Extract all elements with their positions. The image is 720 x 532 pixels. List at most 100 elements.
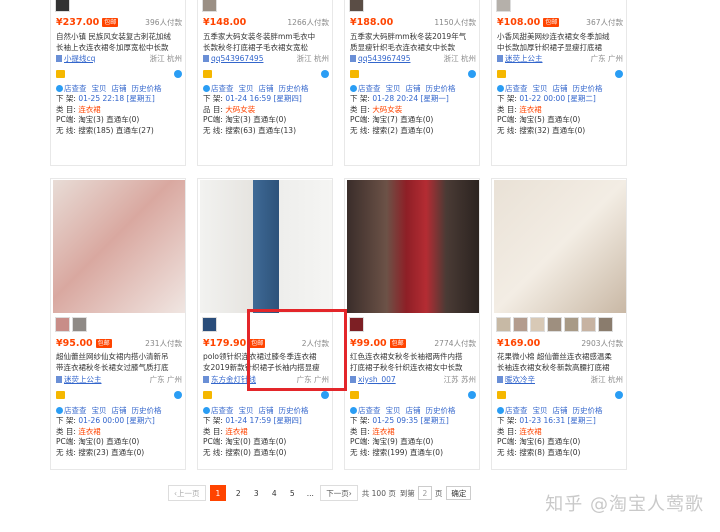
title-line-1[interactable]: 超仙蕾丝网纱仙女裙内搭小清新吊 [56,352,169,361]
product-image[interactable] [200,180,332,313]
tool-link-label[interactable]: 店铺 [406,406,421,415]
tool-link-label[interactable]: 店查查 [358,84,381,93]
category-value[interactable]: 大码女装 [372,105,402,114]
tool-link[interactable]: 店查查 [56,83,87,94]
swatch-thumbnail[interactable] [598,317,613,332]
category-value[interactable]: 连衣裙 [225,427,248,436]
tool-link[interactable]: 店查查 [203,405,234,416]
product-card[interactable]: ¥188.00 1150人付款 五季家大码胖mm秋冬装2019年气 质显瘦针织毛衣连衣… [344,0,480,166]
tool-link-label[interactable]: 宝贝 [533,406,548,415]
title-line-1[interactable]: 红色连衣裙女秋冬长袖褶两件内搭 [350,352,463,361]
title-line-2[interactable]: 长袖连衣裙女秋冬新款高腰打底裙 [497,363,610,372]
swatch-thumbnail[interactable] [55,0,70,12]
product-title[interactable]: 五季家大码胖mm秋冬装2019年气 质显瘦针织毛衣连衣裙女中长款 [350,31,476,53]
swatch-thumbnail[interactable] [496,317,511,332]
tool-link[interactable]: 店铺 [112,83,127,94]
tool-link-label[interactable]: 历史价格 [132,84,162,93]
tool-link[interactable]: 历史价格 [279,83,309,94]
swatch-thumbnail[interactable] [547,317,562,332]
tool-link-label[interactable]: 宝贝 [239,406,254,415]
title-line-1[interactable]: 自然小镇 民族风女装复古刺花加绒 [56,32,171,41]
category-value[interactable]: 连衣裙 [519,427,542,436]
prev-page-button[interactable]: ‹上一页 [168,485,206,501]
product-card[interactable]: ¥108.00 包邮 367人付款 小香风甜美网纱连衣裙女冬季加绒 中长款加厚针织裙子显… [491,0,627,166]
product-card[interactable]: ¥99.00 包邮 2774人付款 红色连衣裙女秋冬长袖褶两件内搭 打底裙子秋冬针织连衣… [344,178,480,470]
tool-link-label[interactable]: 宝贝 [92,84,107,93]
category-value[interactable]: 连衣裙 [78,105,101,114]
product-title[interactable]: 花果微小棉 超仙蕾丝连衣裙感温柔 长袖连衣裙女秋冬新款高腰打底裙 [497,351,623,373]
swatch-thumbnail[interactable] [581,317,596,332]
tool-link-label[interactable]: 宝贝 [239,84,254,93]
tool-link[interactable]: 店铺 [259,405,274,416]
tool-link[interactable]: 店铺 [553,83,568,94]
tool-link[interactable]: 宝贝 [239,83,254,94]
swatch-thumbnail[interactable] [72,317,87,332]
tool-link[interactable]: 店查查 [203,83,234,94]
tool-link-label[interactable]: 历史价格 [573,84,603,93]
product-card[interactable]: ¥169.00 2903人付款 花果微小棉 超仙蕾丝连衣裙感温柔 长袖连衣裙女秋冬新款… [491,178,627,470]
tool-link[interactable]: 宝贝 [386,83,401,94]
tool-link[interactable]: 宝贝 [386,405,401,416]
swatch-thumbnail[interactable] [530,317,545,332]
info-dot-icon[interactable] [468,391,476,399]
shop-name-link[interactable]: qq543967495 [358,54,410,63]
product-title[interactable]: 五季家大码女装冬装胖mm毛衣中 长款秋冬打底裙子毛衣裙女宽松 [203,31,329,53]
product-title[interactable]: 自然小镇 民族风女装复古刺花加绒 长袖上衣连衣裙冬加厚宽松中长款 [56,31,182,53]
info-dot-icon[interactable] [174,70,182,78]
tool-link[interactable]: 店查查 [56,405,87,416]
swatch-thumbnail[interactable] [349,0,364,12]
tool-link-label[interactable]: 历史价格 [426,84,456,93]
info-dot-icon[interactable] [174,391,182,399]
product-image[interactable] [347,180,479,313]
shop-name-link[interactable]: 迷荧上公主 [64,374,102,385]
shop-name-link[interactable]: 迷荧上公主 [505,53,543,64]
tool-link[interactable]: 店查查 [497,405,528,416]
tool-link-label[interactable]: 店铺 [553,406,568,415]
swatch-thumbnail[interactable] [513,317,528,332]
title-line-2[interactable]: 打底裙子秋冬针织连衣裙女中长款 [350,363,463,372]
tool-link[interactable]: 宝贝 [92,83,107,94]
page-3-button[interactable]: 3 [248,485,264,501]
tool-link[interactable]: 历史价格 [426,405,456,416]
tool-link[interactable]: 历史价格 [279,405,309,416]
product-card[interactable]: ¥148.00 1266人付款 五季家大码女装冬装胖mm毛衣中 长款秋冬打底裙子毛衣裙… [197,0,333,166]
title-line-2[interactable]: 长袖上衣连衣裙冬加厚宽松中长款 [56,43,169,52]
page-2-button[interactable]: 2 [230,485,246,501]
title-line-2[interactable]: 带连衣裙秋冬长裙女过膝气质打底 [56,363,169,372]
tool-link-label[interactable]: 店铺 [112,406,127,415]
swatch-thumbnail[interactable] [202,317,217,332]
tool-link[interactable]: 店铺 [406,83,421,94]
product-image[interactable] [494,180,626,313]
page-4-button[interactable]: 4 [266,485,282,501]
tool-link[interactable]: 历史价格 [132,405,162,416]
swatch-thumbnail[interactable] [55,317,70,332]
category-value[interactable]: 连衣裙 [78,427,101,436]
tool-link-label[interactable]: 店查查 [64,84,87,93]
title-line-2[interactable]: 质显瘦针织毛衣连衣裙女中长款 [350,43,455,52]
tool-link[interactable]: 历史价格 [426,83,456,94]
page-5-button[interactable]: 5 [284,485,300,501]
product-title[interactable]: 小香风甜美网纱连衣裙女冬季加绒 中长款加厚针织裙子显瘦打底裙 [497,31,623,53]
next-page-button[interactable]: 下一页› [320,485,358,501]
tool-link-label[interactable]: 店铺 [259,406,274,415]
info-dot-icon[interactable] [321,70,329,78]
info-dot-icon[interactable] [615,391,623,399]
tool-link[interactable]: 店铺 [259,83,274,94]
tool-link-label[interactable]: 宝贝 [386,84,401,93]
tool-link-label[interactable]: 店查查 [211,406,234,415]
tool-link-label[interactable]: 宝贝 [533,84,548,93]
tool-link-label[interactable]: 历史价格 [573,406,603,415]
tool-link-label[interactable]: 历史价格 [132,406,162,415]
goto-confirm-button[interactable]: 确定 [446,486,472,500]
tool-link-label[interactable]: 店查查 [211,84,234,93]
tool-link[interactable]: 店铺 [112,405,127,416]
tool-link[interactable]: 店查查 [497,83,528,94]
tool-link[interactable]: 宝贝 [533,83,548,94]
info-dot-icon[interactable] [468,70,476,78]
tool-link-label[interactable]: 店铺 [553,84,568,93]
info-dot-icon[interactable] [321,391,329,399]
product-title[interactable]: 超仙蕾丝网纱仙女裙内搭小清新吊 带连衣裙秋冬长裙女过膝气质打底 [56,351,182,373]
tool-link-label[interactable]: 店铺 [259,84,274,93]
swatch-thumbnail[interactable] [202,0,217,12]
tool-link-label[interactable]: 店查查 [505,406,528,415]
